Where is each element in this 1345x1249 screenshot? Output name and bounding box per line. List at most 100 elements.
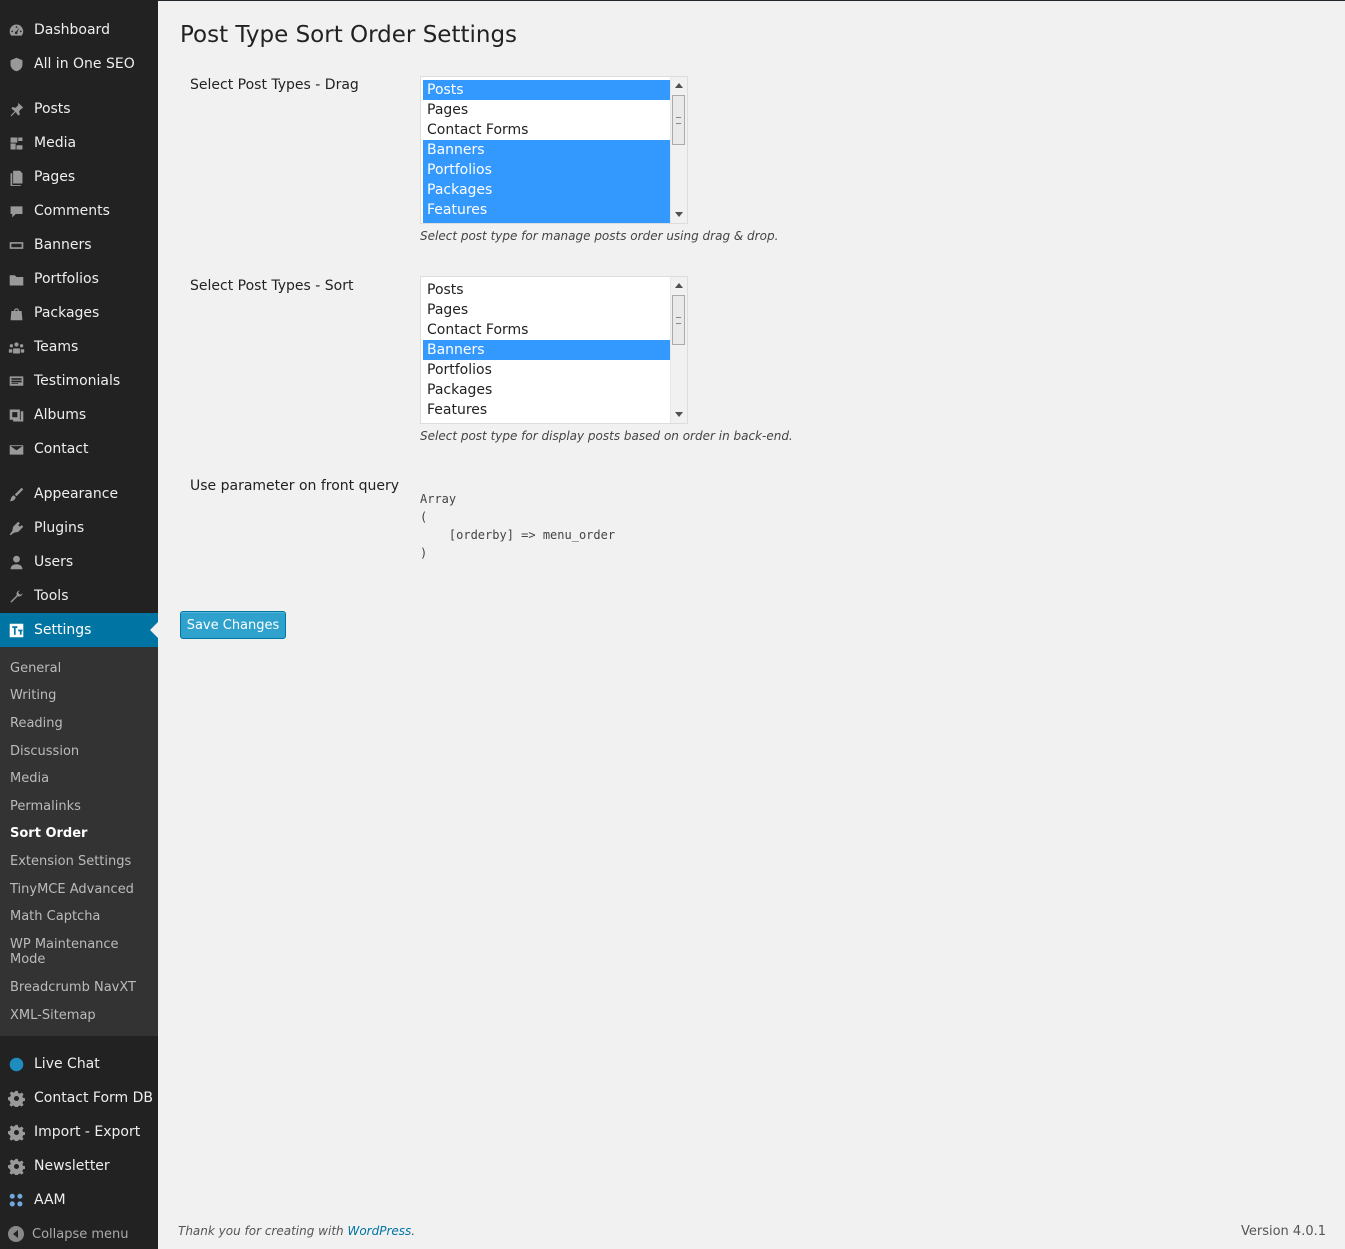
sidebar-item-label: Banners [34, 237, 92, 253]
select-option[interactable]: Banners [423, 340, 670, 360]
scroll-up-icon[interactable] [675, 83, 683, 88]
select-option[interactable]: Packages [423, 380, 670, 400]
sidebar-item-comments[interactable]: Comments [0, 194, 158, 228]
sort-post-types-select[interactable]: Features Packages Portfolios Banners Contact… [420, 276, 688, 424]
sidebar-item-settings[interactable]: Settings [0, 613, 158, 647]
sidebar-item-tools[interactable]: Tools [0, 579, 158, 613]
submenu-item-discussion[interactable]: Discussion [10, 744, 150, 759]
globe-icon [6, 1054, 26, 1074]
sidebar-item-portfolios[interactable]: Portfolios [0, 262, 158, 296]
sidebar-item-label: Newsletter [34, 1158, 110, 1174]
select-option[interactable]: Contact Forms [423, 320, 670, 340]
select-option[interactable]: Banners [423, 140, 670, 160]
sidebar-item-live-chat[interactable]: Live Chat [0, 1047, 158, 1081]
footer-thanks-text: Thank you for creating with [178, 1224, 348, 1238]
sidebar-item-pages[interactable]: Pages [0, 160, 158, 194]
gear-icon [6, 1156, 26, 1176]
sidebar-item-plugins[interactable]: Plugins [0, 511, 158, 545]
submenu-item-sort-order[interactable]: Sort Order [10, 826, 150, 841]
submenu-item-general[interactable]: General [10, 661, 150, 676]
submenu-item-writing[interactable]: Writing [10, 688, 150, 703]
select-option[interactable]: Packages [423, 180, 670, 200]
sidebar-item-media[interactable]: Media [0, 126, 158, 160]
sidebar-item-label: AAM [34, 1192, 66, 1208]
sidebar-item-appearance[interactable]: Appearance [0, 477, 158, 511]
sidebar-item-aam[interactable]: AAM [0, 1183, 158, 1217]
save-changes-button[interactable]: Save Changes [180, 611, 286, 639]
select-option[interactable]: Pages [423, 100, 670, 120]
scroll-thumb[interactable] [672, 95, 685, 145]
drag-select-scrollbar[interactable] [670, 77, 687, 223]
scroll-thumb[interactable] [672, 295, 685, 345]
sidebar-item-import-export[interactable]: Import - Export [0, 1115, 158, 1149]
drag-description: Select post type for manage posts order … [420, 229, 779, 243]
submenu-item-reading[interactable]: Reading [10, 716, 150, 731]
top-border [0, 0, 1345, 1]
select-option[interactable]: Posts [423, 80, 670, 100]
collapse-menu-label: Collapse menu [32, 1226, 129, 1242]
sidebar-item-label: Import - Export [34, 1124, 141, 1140]
wordpress-link[interactable]: WordPress [347, 1224, 411, 1238]
submenu-item-media[interactable]: Media [10, 771, 150, 786]
scroll-down-icon[interactable] [675, 212, 683, 217]
sidebar-item-label: Live Chat [34, 1056, 100, 1072]
submenu-item-wp-maintenance-mode[interactable]: WP Maintenance Mode [10, 937, 150, 967]
sidebar-item-dashboard[interactable]: Dashboard [0, 13, 158, 47]
sidebar-item-label: Appearance [34, 486, 119, 502]
aam-icon [6, 1190, 26, 1210]
submenu-item-breadcrumb-navxt[interactable]: Breadcrumb NavXT [10, 980, 150, 995]
sidebar-item-users[interactable]: Users [0, 545, 158, 579]
testimonial-icon [6, 371, 26, 391]
sidebar-item-label: Media [34, 135, 77, 151]
sidebar-item-newsletter[interactable]: Newsletter [0, 1149, 158, 1183]
dashboard-icon [6, 20, 26, 40]
submenu-item-math-captcha[interactable]: Math Captcha [10, 909, 150, 924]
sidebar-item-all-in-one-seo[interactable]: All in One SEO [0, 47, 158, 81]
sort-select-scrollbar[interactable] [670, 277, 687, 423]
sidebar-item-posts[interactable]: Posts [0, 92, 158, 126]
sidebar-item-label: Tools [34, 588, 69, 604]
select-option[interactable]: Portfolios [423, 360, 670, 380]
sidebar-item-label: Users [34, 554, 74, 570]
drag-post-types-select[interactable]: Features Packages Portfolios Banners Contact… [420, 76, 688, 224]
footer-version: Version 4.0.1 [1240, 1224, 1326, 1239]
plugin-icon [6, 518, 26, 538]
scroll-up-icon[interactable] [675, 283, 683, 288]
sidebar-item-packages[interactable]: Packages [0, 296, 158, 330]
sidebar-item-banners[interactable]: Banners [0, 228, 158, 262]
sidebar-item-label: Teams [34, 339, 79, 355]
select-option-overflow [423, 220, 670, 223]
sidebar-item-label: Pages [34, 169, 76, 185]
select-option[interactable]: Contact Forms [423, 120, 670, 140]
collapse-menu-button[interactable]: Collapse menu [0, 1222, 158, 1246]
current-menu-arrow [150, 622, 158, 638]
submenu-item-permalinks[interactable]: Permalinks [10, 799, 150, 814]
album-icon [6, 405, 26, 425]
select-option[interactable]: Posts [423, 280, 670, 300]
sidebar-item-contact[interactable]: Contact [0, 432, 158, 466]
sidebar-item-label: Dashboard [34, 22, 110, 38]
select-option[interactable]: Portfolios [423, 160, 670, 180]
comment-icon [6, 201, 26, 221]
submenu-item-extension-settings[interactable]: Extension Settings [10, 854, 150, 869]
gear-icon [6, 1088, 26, 1108]
sidebar-item-albums[interactable]: Albums [0, 398, 158, 432]
sidebar-item-contact-form-db[interactable]: Contact Form DB [0, 1081, 158, 1115]
sidebar-item-label: Contact [34, 441, 89, 457]
pin-icon [6, 99, 26, 119]
select-option[interactable]: Pages [423, 300, 670, 320]
select-option[interactable]: Features [423, 200, 670, 220]
scroll-down-icon[interactable] [675, 412, 683, 417]
brush-icon [6, 484, 26, 504]
sidebar-item-teams[interactable]: Teams [0, 330, 158, 364]
submenu-item-tinymce-advanced[interactable]: TinyMCE Advanced [10, 882, 150, 897]
page-title: Post Type Sort Order Settings [180, 22, 518, 48]
select-option[interactable]: Features [423, 400, 670, 420]
gear-icon [6, 1122, 26, 1142]
wrench-icon [6, 586, 26, 606]
submenu-item-xml-sitemap[interactable]: XML-Sitemap [10, 1008, 150, 1023]
sidebar-item-label: Plugins [34, 520, 85, 536]
footer-thanks: Thank you for creating with WordPress. [178, 1224, 415, 1238]
sidebar-item-testimonials[interactable]: Testimonials [0, 364, 158, 398]
sidebar-item-label: Portfolios [34, 271, 99, 287]
